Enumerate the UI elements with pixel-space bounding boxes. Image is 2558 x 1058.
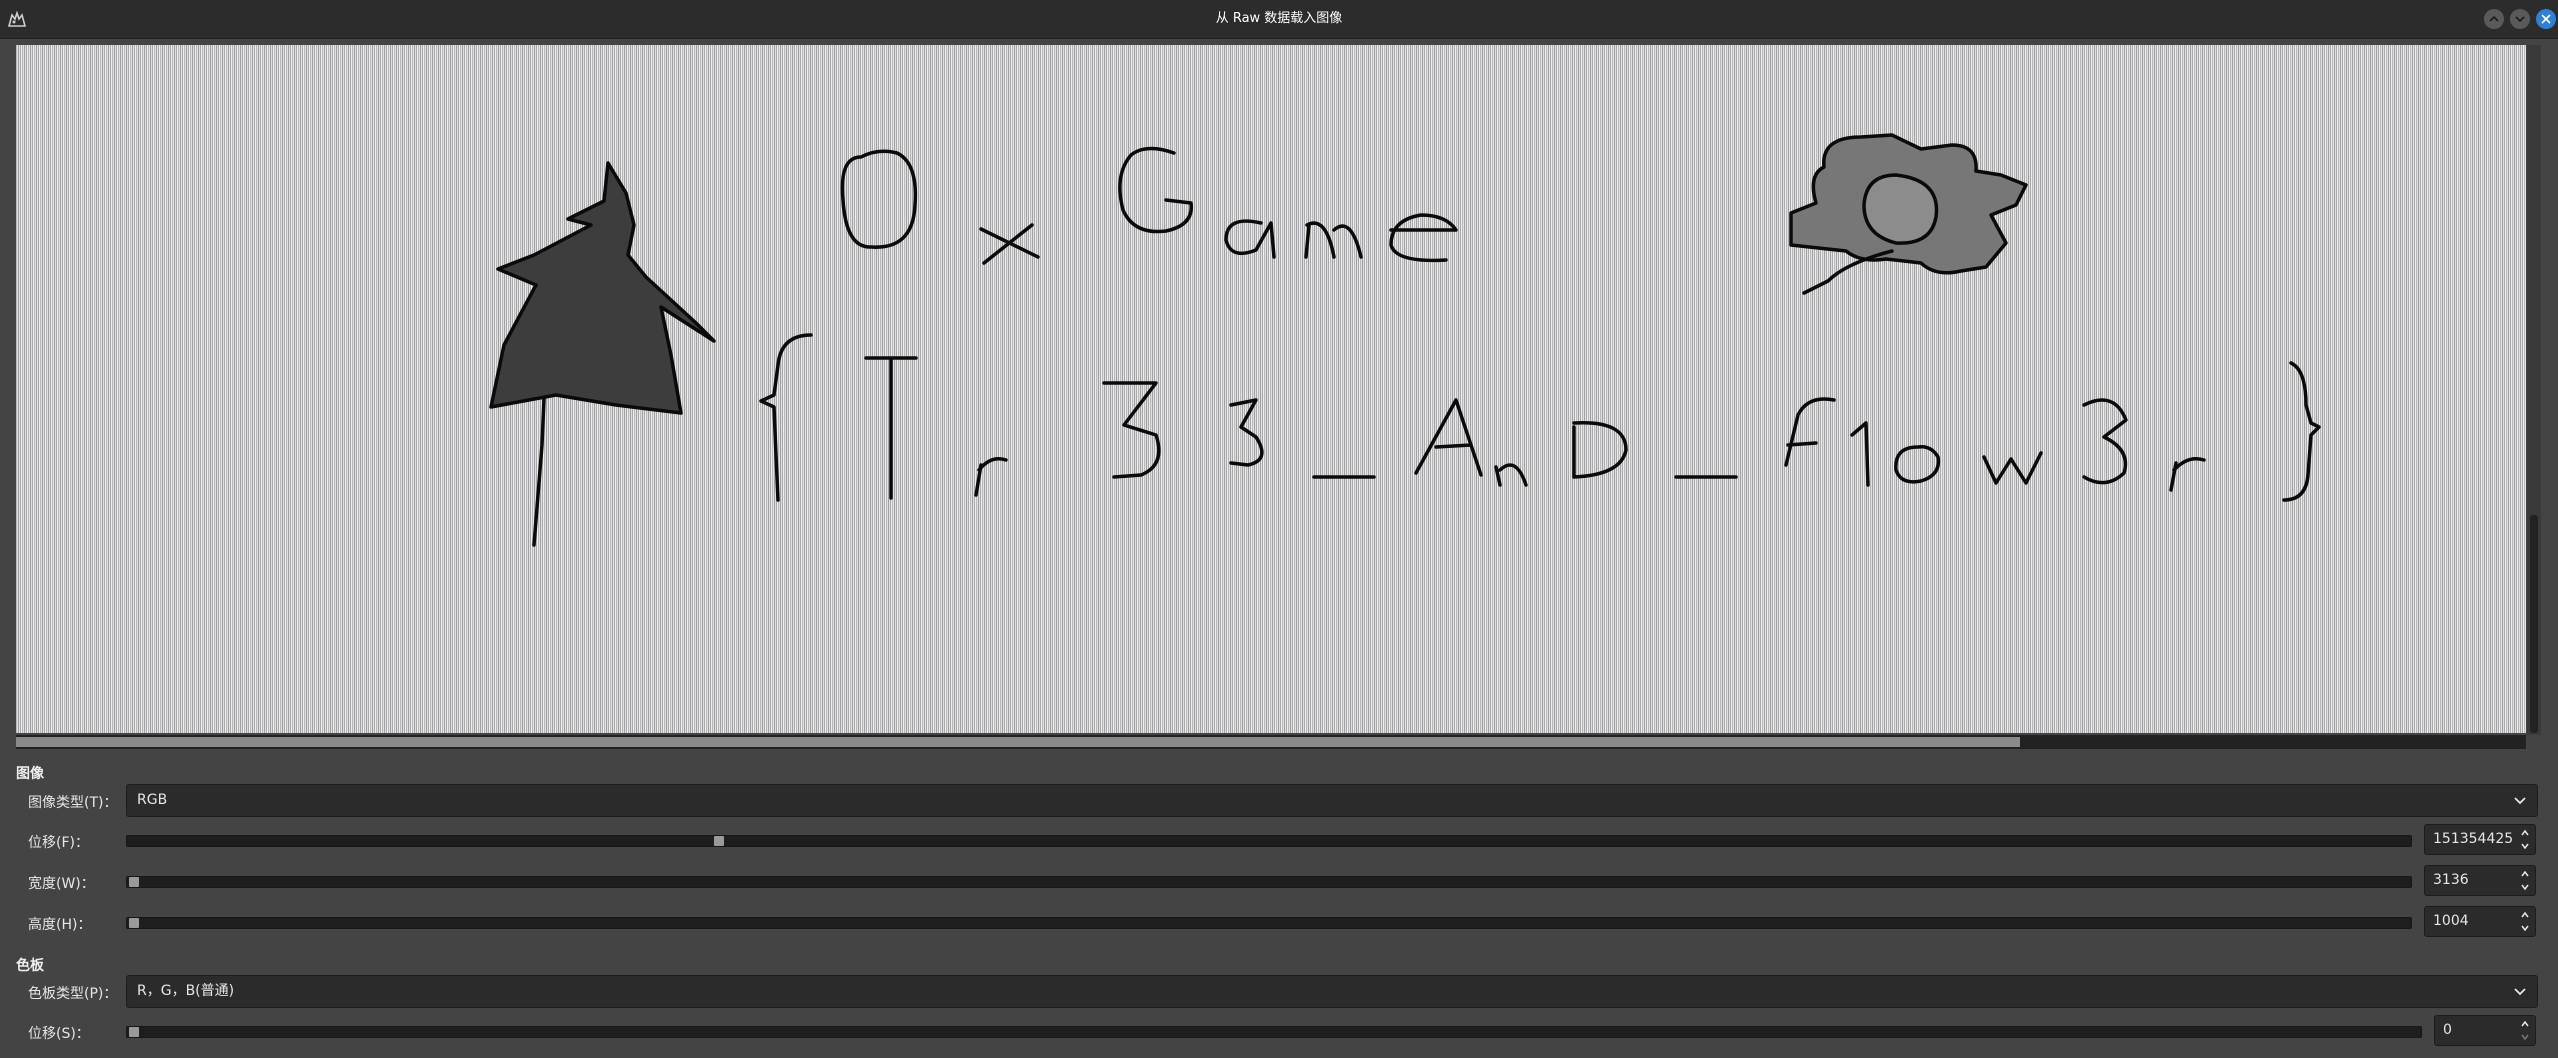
palette-offset-slider[interactable]: [126, 1026, 2422, 1038]
preview-vertical-scrollbar[interactable]: [2527, 45, 2541, 735]
r-glyph-b: [2169, 457, 2206, 492]
title-bar: 从 Raw 数据载入图像: [0, 0, 2558, 39]
width-slider[interactable]: [126, 876, 2412, 888]
chevron-down-icon: [2514, 988, 2526, 996]
3-glyph-c: [2082, 398, 2128, 485]
minimize-button[interactable]: [2484, 9, 2504, 29]
offset-spinbox[interactable]: 151354425: [2424, 824, 2536, 855]
m-glyph: [1304, 221, 1363, 259]
A-glyph: [1414, 398, 1483, 477]
preview-horizontal-scrollbar[interactable]: [16, 735, 2526, 749]
palette-offset-spinbox[interactable]: 0: [2434, 1015, 2536, 1046]
window-title: 从 Raw 数据载入图像: [1215, 11, 1343, 26]
3-glyph-a: [1102, 381, 1161, 479]
decrement-icon[interactable]: [2519, 840, 2531, 852]
increment-icon[interactable]: [2519, 1018, 2531, 1030]
G-glyph: [1118, 146, 1194, 234]
decrement-icon[interactable]: [2519, 1031, 2531, 1043]
palette-type-value: R，G，B(普通): [137, 983, 235, 999]
decrement-icon[interactable]: [2519, 881, 2531, 893]
zero-glyph: [840, 149, 918, 249]
palette-offset-value: 0: [2443, 1022, 2452, 1038]
F-glyph: [1784, 397, 1836, 467]
a-glyph: [1224, 219, 1276, 259]
x-glyph: [979, 223, 1040, 265]
palette-section-heading: 色板: [16, 958, 44, 974]
height-value: 1004: [2433, 913, 2469, 929]
height-spinbox[interactable]: 1004: [2424, 906, 2536, 937]
image-section-heading: 图像: [16, 766, 44, 782]
tree-trunk-drawing: [532, 397, 546, 547]
width-slider-handle[interactable]: [129, 877, 139, 887]
increment-icon[interactable]: [2519, 868, 2531, 880]
1-glyph: [1850, 421, 1870, 487]
palette-type-label: 色板类型(P)：: [28, 986, 118, 1002]
close-brace-glyph: [2282, 361, 2321, 502]
image-type-select[interactable]: RGB: [126, 784, 2538, 817]
w-glyph: [1982, 451, 2043, 485]
T-glyph: [864, 356, 918, 500]
r-glyph: [974, 457, 1008, 497]
image-type-value: RGB: [137, 792, 168, 808]
height-slider[interactable]: [126, 917, 2412, 929]
o-glyph: [1894, 444, 1941, 484]
D-glyph: [1572, 420, 1628, 479]
decrement-icon[interactable]: [2519, 922, 2531, 934]
horizontal-scroll-thumb[interactable]: [16, 737, 2020, 747]
palette-offset-label: 位移(S)：: [28, 1026, 90, 1042]
palette-offset-slider-handle[interactable]: [129, 1027, 139, 1037]
open-brace-glyph: [759, 333, 813, 502]
3-glyph-b: [1229, 398, 1264, 467]
chevron-down-icon: [2514, 797, 2526, 805]
height-label: 高度(H)：: [28, 917, 92, 933]
tree-drawing: [489, 161, 716, 415]
offset-value: 151354425: [2433, 831, 2514, 847]
offset-slider-handle[interactable]: [714, 836, 724, 846]
offset-slider[interactable]: [126, 835, 2412, 847]
height-slider-handle[interactable]: [129, 918, 139, 928]
close-button[interactable]: [2536, 9, 2556, 29]
palette-type-select[interactable]: R，G，B(普通): [126, 975, 2538, 1008]
vertical-scroll-thumb[interactable]: [2530, 515, 2538, 733]
width-label: 宽度(W)：: [28, 876, 95, 892]
n-glyph: [1494, 463, 1528, 487]
maximize-button[interactable]: [2510, 9, 2530, 29]
width-value: 3136: [2433, 872, 2469, 888]
e-glyph: [1389, 213, 1458, 263]
raw-image-preview[interactable]: [16, 45, 2526, 733]
flower-center-drawing: [1862, 173, 1939, 245]
raw-data-drawing: [489, 133, 2321, 547]
image-type-label: 图像类型(T)：: [28, 795, 118, 811]
offset-label: 位移(F)：: [28, 835, 89, 851]
increment-icon[interactable]: [2519, 827, 2531, 839]
increment-icon[interactable]: [2519, 909, 2531, 921]
width-spinbox[interactable]: 3136: [2424, 865, 2536, 896]
